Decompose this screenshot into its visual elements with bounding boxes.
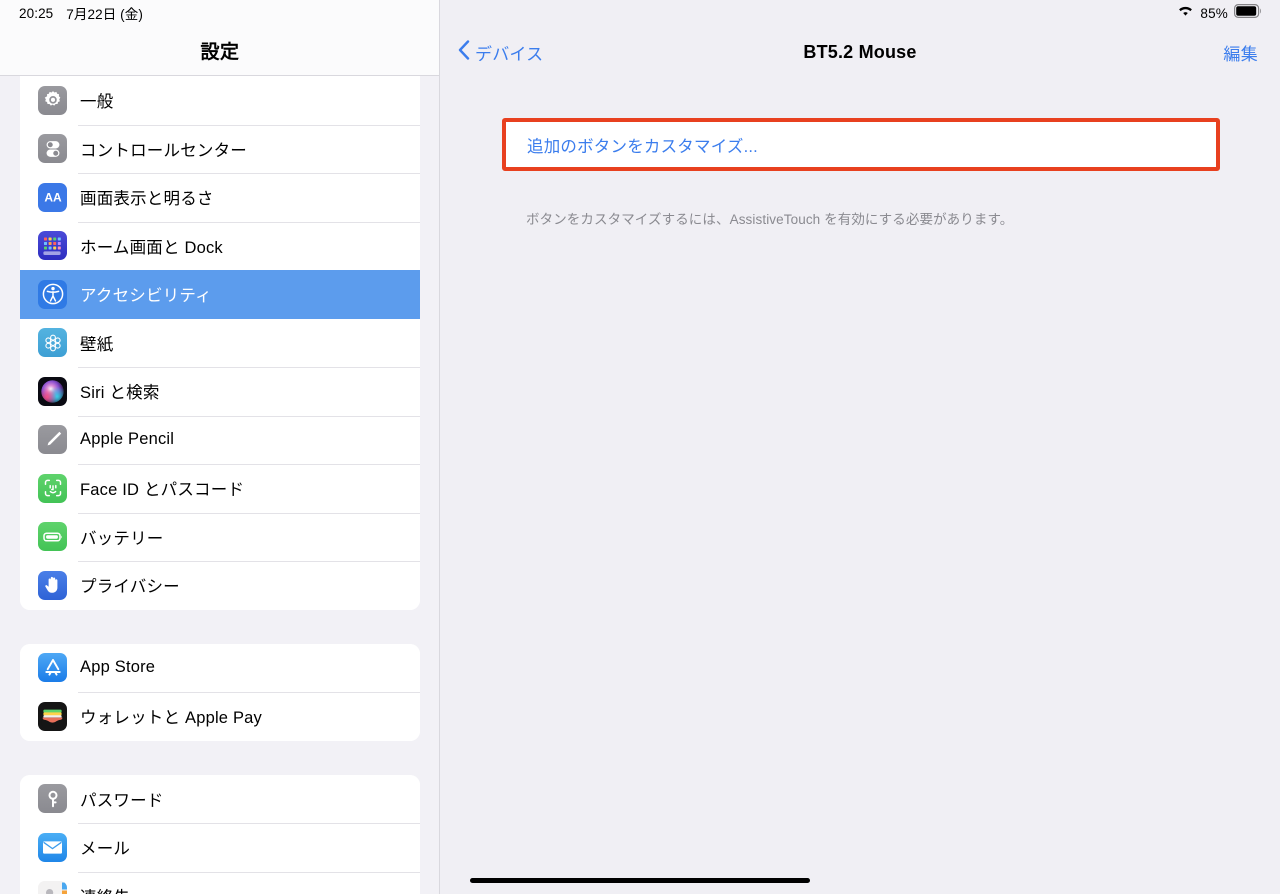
ipad-settings-screen: 20:25 7月22日 (金) 設定 一般 コントロールセンター AA 画面表示と明… [0,0,1280,894]
sidebar-item-label: プライバシー [80,578,180,597]
sidebar-item-home-screen-dock[interactable]: ホーム画面と Dock [20,221,420,270]
sidebar-item-display-brightness[interactable]: AA 画面表示と明るさ [20,173,420,222]
siri-icon [38,376,67,406]
sidebar-item-label: アクセシビリティ [80,287,212,306]
sidebar-item-label: バッテリー [80,529,164,548]
chevron-left-icon [458,40,470,65]
sidebar-item-label: パスワード [80,791,164,810]
wifi-icon [1177,4,1194,22]
edit-button[interactable]: 編集 [1223,40,1258,65]
sidebar-item-passwords[interactable]: パスワード [20,774,420,823]
sidebar-item-control-center[interactable]: コントロールセンター [20,124,420,173]
status-bar-date: 7月22日 (金) [66,7,143,22]
sidebar-item-face-id-passcode[interactable]: Face ID とパスコード [20,464,420,513]
detail-navigation-bar: デバイス BT5.2 Mouse 編集 [440,26,1280,79]
sidebar-item-mail[interactable]: メール [20,823,420,872]
mail-icon [38,832,67,862]
home-screen-dock-icon [38,231,67,261]
sidebar-item-wallpaper[interactable]: 壁紙 [20,318,420,367]
status-bar-time: 20:25 [19,5,54,21]
sidebar-item-label: 連絡先 [80,884,130,894]
sidebar-item-label: Face ID とパスコード [80,481,245,500]
wallpaper-icon [38,328,67,358]
svg-text:AA: AA [44,191,62,205]
home-indicator [470,878,810,883]
detail-panel: 85% デバイス BT5.2 Mouse 編集 追加のボタンをカスタマイズ...… [440,0,1280,894]
privacy-hand-icon [38,570,67,600]
sidebar-item-label: コントロールセンター [80,141,247,160]
accessibility-icon [38,279,67,309]
sidebar-item-siri-search[interactable]: Siri と検索 [20,367,420,416]
sidebar-item-contacts[interactable]: 連絡先 [20,871,420,894]
key-icon [38,784,67,814]
sidebar-item-app-store[interactable]: App Store [20,643,420,692]
sidebar-item-label: 壁紙 [80,335,114,354]
battery-icon [1234,3,1262,23]
sidebar-item-label: 画面表示と明るさ [80,190,214,209]
customize-additional-buttons-row[interactable]: 追加のボタンをカスタマイズ... [506,122,1216,167]
highlight-annotation: 追加のボタンをカスタマイズ... [502,118,1220,171]
sidebar-item-label: 一般 [80,93,114,112]
sidebar-item-general[interactable]: 一般 [20,76,420,125]
status-bar-left: 20:25 7月22日 (金) [0,0,439,26]
status-bar-right: 85% [1177,0,1280,26]
sidebar-item-wallet-apple-pay[interactable]: ウォレットと Apple Pay [20,692,420,741]
face-id-icon [38,473,67,503]
sidebar-item-label: メール [80,840,131,859]
sidebar-scroll-area[interactable]: 一般 コントロールセンター AA 画面表示と明るさ ホーム画面と Dock アク… [0,76,439,894]
sidebar-item-privacy[interactable]: プライバシー [20,561,420,610]
sidebar-item-label: Apple Pencil [80,430,175,449]
sidebar-item-label: ウォレットと Apple Pay [80,709,263,728]
detail-content: 追加のボタンをカスタマイズ... ボタンをカスタマイズするには、Assistiv… [440,79,1280,894]
contacts-icon [38,881,67,894]
back-button[interactable]: デバイス [458,40,543,65]
sidebar-item-battery[interactable]: バッテリー [20,512,420,561]
accounts-group: パスワード メール 連絡先 [20,774,420,894]
sidebar-item-label: ホーム画面と Dock [80,238,223,257]
apple-pencil-icon [38,425,67,455]
system-group: 一般 コントロールセンター AA 画面表示と明るさ ホーム画面と Dock アク… [20,76,420,610]
control-center-icon [38,134,67,164]
customize-additional-buttons-label: 追加のボタンをカスタマイズ... [527,137,758,156]
sidebar-item-label: Siri と検索 [80,384,160,403]
sidebar-navigation-bar: 設定 [0,26,439,76]
sidebar-item-label: App Store [80,658,156,677]
assistive-touch-footer-note: ボタンをカスタマイズするには、AssistiveTouch を有効にする必要があ… [526,212,1014,227]
battery-percent-label: 85% [1200,5,1228,21]
battery-settings-icon [38,522,67,552]
display-brightness-icon: AA [38,182,67,212]
page-title: BT5.2 Mouse [803,42,917,62]
gear-icon [38,85,67,115]
sidebar-title: 設定 [200,42,240,63]
app-store-icon [38,653,67,683]
settings-sidebar: 20:25 7月22日 (金) 設定 一般 コントロールセンター AA 画面表示と明… [0,0,440,894]
wallet-icon [38,701,67,731]
back-button-label: デバイス [475,45,544,64]
sidebar-item-apple-pencil[interactable]: Apple Pencil [20,415,420,464]
store-group: App Store ウォレットと Apple Pay [20,643,420,741]
sidebar-item-accessibility[interactable]: アクセシビリティ [20,270,420,319]
